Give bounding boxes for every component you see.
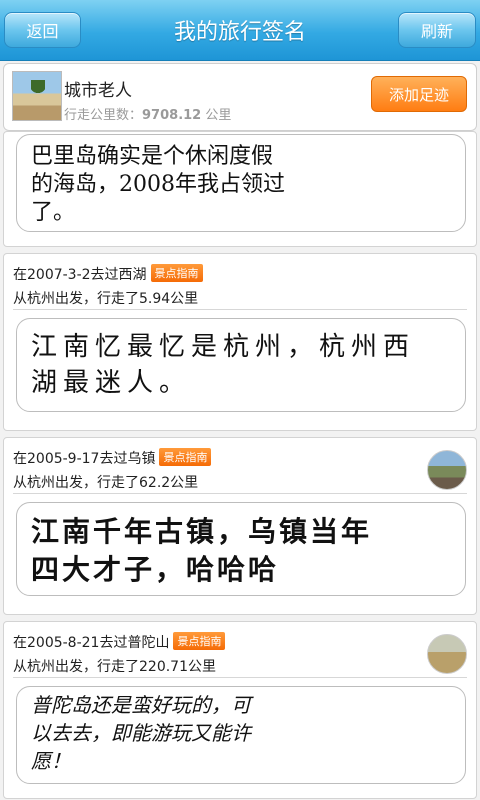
app-header: 返回 我的旅行签名 刷新 [0, 0, 480, 61]
avatar[interactable] [12, 71, 62, 121]
list-item[interactable]: 在2005-9-17去过乌镇 景点指南 从杭州出发，行走了62.2公里 江南千年古… [3, 437, 477, 615]
handwritten-signature: 巴里岛确实是个休闲度假 的海岛，2008年我占领过 了。 [31, 144, 285, 225]
list-item[interactable]: 在2007-3-2去过西湖 景点指南 从杭州出发，行走了5.94公里 江南忆最忆是… [3, 253, 477, 431]
palm-tree-icon [31, 80, 45, 104]
route-info: 从杭州出发，行走了220.71公里 [13, 659, 216, 675]
divider [13, 677, 467, 678]
distance-value: 9708.12 [142, 108, 202, 123]
signature-box: 江南忆最忆是杭州，杭州西 湖最迷人。 [16, 318, 466, 412]
visit-date-place: 在2005-9-17去过乌镇 [13, 451, 156, 467]
guide-tag[interactable]: 景点指南 [159, 448, 212, 466]
list-item[interactable]: 巴里岛确实是个休闲度假 的海岛，2008年我占领过 了。 [3, 131, 477, 247]
divider [13, 309, 467, 310]
signature-box: 普陀岛还是蛮好玩的，可 以去去，即能游玩又能许 愿！ [16, 686, 466, 784]
visit-date-place: 在2005-8-21去过普陀山 [13, 635, 170, 651]
signature-box: 江南千年古镇，乌镇当年 四大才子，哈哈哈 [16, 502, 466, 596]
signature-box: 巴里岛确实是个休闲度假 的海岛，2008年我占领过 了。 [16, 134, 466, 232]
visit-info: 在2005-8-21去过普陀山 景点指南 [13, 632, 226, 652]
place-thumbnail[interactable] [427, 634, 467, 674]
route-info: 从杭州出发，行走了62.2公里 [13, 475, 199, 491]
distance-label: 行走公里数： [64, 108, 143, 123]
handwritten-signature: 江南忆最忆是杭州，杭州西 湖最迷人。 [31, 332, 416, 398]
visit-info: 在2005-9-17去过乌镇 景点指南 [13, 448, 212, 468]
page-title: 我的旅行签名 [173, 20, 306, 45]
place-thumbnail[interactable] [427, 450, 467, 490]
list-item[interactable]: 在2005-8-21去过普陀山 景点指南 从杭州出发，行走了220.71公里 普陀… [3, 621, 477, 799]
refresh-button[interactable]: 刷新 [398, 12, 476, 48]
route-info: 从杭州出发，行走了5.94公里 [13, 291, 199, 307]
profile-panel: 城市老人 行走公里数：9708.12 公里 添加足迹 [3, 63, 477, 131]
distance-unit: 公里 [201, 108, 232, 123]
guide-tag[interactable]: 景点指南 [173, 632, 226, 650]
distance-summary: 行走公里数：9708.12 公里 [64, 104, 231, 123]
handwritten-signature: 江南千年古镇，乌镇当年 四大才子，哈哈哈 [31, 515, 373, 586]
guide-tag[interactable]: 景点指南 [150, 264, 203, 282]
visit-date-place: 在2007-3-2去过西湖 [13, 267, 147, 283]
user-name: 城市老人 [64, 81, 132, 101]
divider [13, 493, 467, 494]
visit-info: 在2007-3-2去过西湖 景点指南 [13, 264, 203, 284]
add-footprint-button[interactable]: 添加足迹 [371, 76, 467, 112]
handwritten-signature: 普陀岛还是蛮好玩的，可 以去去，即能游玩又能许 愿！ [31, 693, 251, 773]
back-button[interactable]: 返回 [4, 12, 81, 48]
